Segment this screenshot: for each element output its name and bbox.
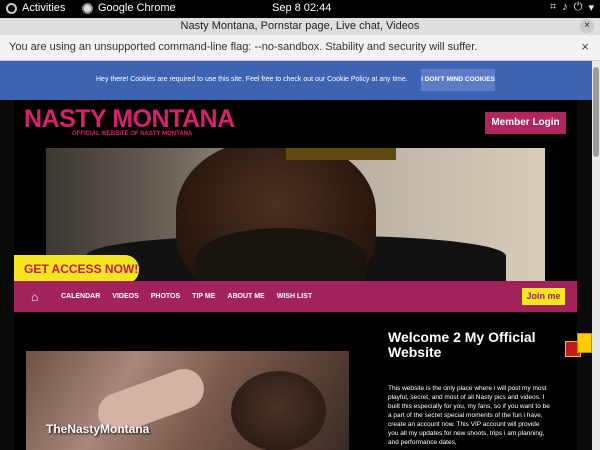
hero-beard xyxy=(196,228,366,281)
join-me-button[interactable]: Join me xyxy=(522,288,565,305)
cookie-banner: Hey there! Cookies are required to use t… xyxy=(0,61,592,100)
app-menu[interactable]: Google Chrome xyxy=(82,2,176,14)
infobar-close-button[interactable]: × xyxy=(581,35,589,59)
site-container: NASTY MONTANA OFFICIAL WEBSITE OF NASTY … xyxy=(14,100,577,450)
welcome-heading: Welcome 2 My Official Website xyxy=(388,329,536,360)
site-logo[interactable]: NASTY MONTANA xyxy=(24,105,235,134)
clock[interactable]: Sep 8 02:44 xyxy=(272,2,331,14)
activities-label: Activities xyxy=(22,2,66,14)
nav-item-about-me[interactable]: ABOUT ME xyxy=(227,293,264,300)
video-thumbnail[interactable]: TheNastyMontana xyxy=(26,351,349,450)
window-title: Nasty Montana, Pornstar page, Live chat,… xyxy=(180,20,420,32)
nav-item-tip-me[interactable]: TIP ME xyxy=(192,293,215,300)
main-nav: ⌂ CALENDAR VIDEOS PHOTOS TIP ME ABOUT ME… xyxy=(14,281,577,312)
nav-item-videos[interactable]: VIDEOS xyxy=(112,293,138,300)
infobar-message: You are using an unsupported command-lin… xyxy=(9,41,478,53)
member-login-button[interactable]: Member Login xyxy=(485,112,566,134)
system-top-bar: Activities Google Chrome Sep 8 02:44 ⌗ ♪… xyxy=(0,0,600,18)
home-icon[interactable]: ⌂ xyxy=(31,291,43,303)
page-viewport: Hey there! Cookies are required to use t… xyxy=(0,61,592,450)
accept-cookies-button[interactable]: I DON'T MIND COOKIES xyxy=(421,69,495,91)
app-label: Google Chrome xyxy=(98,2,176,14)
network-icon: ⌗ xyxy=(550,1,557,13)
window-close-button[interactable]: × xyxy=(580,19,594,33)
chrome-icon xyxy=(82,2,93,14)
window-titlebar: Nasty Montana, Pornstar page, Live chat,… xyxy=(0,18,600,35)
gift-box-yellow xyxy=(577,333,592,353)
video-watermark: TheNastyMontana xyxy=(46,422,150,436)
activities-icon xyxy=(6,2,17,14)
get-access-button[interactable]: GET ACCESS NOW! xyxy=(14,255,139,284)
activities-button[interactable]: Activities xyxy=(6,2,65,14)
power-icon: ⏻ xyxy=(573,1,583,13)
nav-item-wish-list[interactable]: WISH LIST xyxy=(277,293,312,300)
page-scrollbar[interactable] xyxy=(592,61,600,450)
chevron-down-icon: ▾ xyxy=(588,2,594,14)
intro-text: This website is the only place where i w… xyxy=(388,385,550,446)
sandbox-warning-infobar: You are using an unsupported command-lin… xyxy=(0,35,600,61)
cookie-message: Hey there! Cookies are required to use t… xyxy=(96,76,408,83)
volume-icon: ♪ xyxy=(562,1,568,13)
nav-item-photos[interactable]: PHOTOS xyxy=(151,293,180,300)
hero-cap xyxy=(286,148,396,160)
scrollbar-thumb[interactable] xyxy=(593,67,599,157)
system-tray[interactable]: ⌗ ♪ ⏻ ▾ xyxy=(550,1,594,14)
nav-item-calendar[interactable]: CALENDAR xyxy=(61,293,100,300)
video-face xyxy=(231,371,326,450)
site-tagline: OFFICIAL WEBSITE OF NASTY MONTANA xyxy=(72,131,193,137)
gift-icon[interactable] xyxy=(565,333,592,359)
